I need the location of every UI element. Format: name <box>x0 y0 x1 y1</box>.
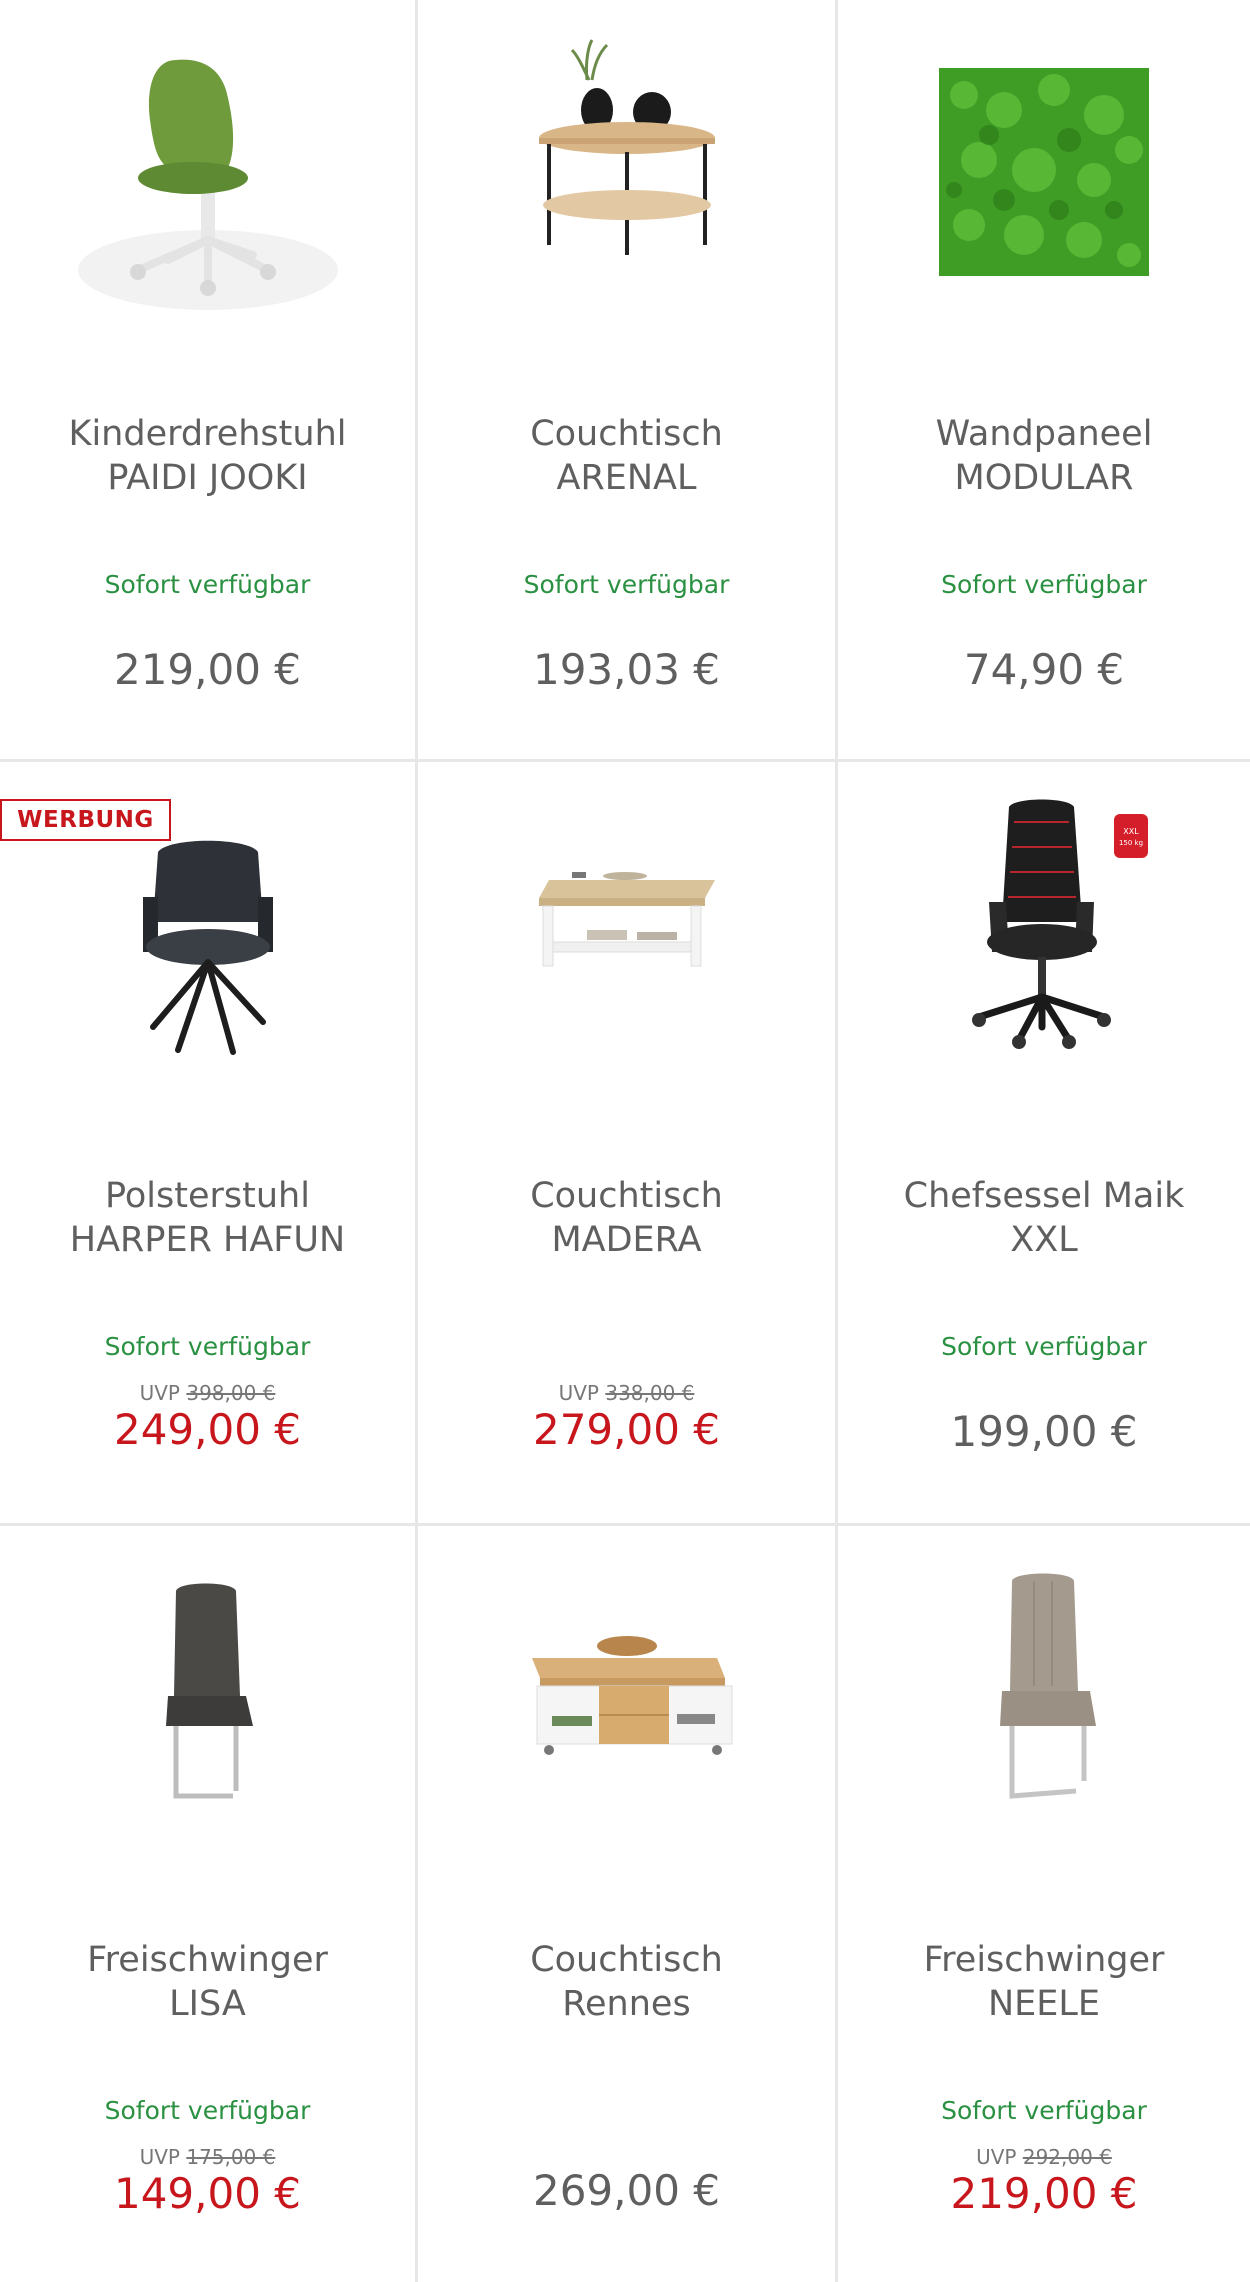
upholstered-chair-image <box>142 840 273 1055</box>
product-image[interactable] <box>0 802 415 1072</box>
sale-price: 279,00 € <box>532 1405 721 1454</box>
availability-text: Sofort verfügbar <box>941 570 1147 599</box>
price: 199,00 € <box>950 1407 1138 1456</box>
price: 193,03 € <box>532 645 721 694</box>
weight-tag-icon <box>1114 814 1148 858</box>
uvp-price: UVP 338,00 € <box>558 1381 695 1405</box>
product-title[interactable]: Freischwinger LISA <box>10 1938 405 2026</box>
svg-text:150 kg: 150 kg <box>1119 839 1143 847</box>
product-title[interactable]: Couchtisch ARENAL <box>428 412 825 500</box>
availability-text: Sofort verfügbar <box>941 1332 1147 1361</box>
product-card[interactable]: XXL 150 kg Chefsessel Maik XXL Sofort ve… <box>838 762 1250 1526</box>
office-chair-image: XXL 150 kg <box>972 799 1148 1049</box>
product-title[interactable]: Kinderdrehstuhl PAIDI JOOKI <box>10 412 405 500</box>
product-image[interactable] <box>418 1566 835 1836</box>
sale-price: 219,00 € <box>950 2169 1138 2218</box>
product-image[interactable] <box>418 802 835 1072</box>
product-title[interactable]: Freischwinger NEELE <box>848 1938 1240 2026</box>
product-card[interactable]: Freischwinger NEELE Sofort verfügbar UVP… <box>838 1526 1250 2282</box>
product-card[interactable]: Wandpaneel MODULAR Sofort verfügbar 74,9… <box>838 0 1250 762</box>
availability-text: Sofort verfügbar <box>104 1332 311 1361</box>
product-image[interactable] <box>0 1566 415 1836</box>
white-table-image <box>538 872 715 967</box>
price: 219,00 € <box>113 645 302 694</box>
product-image[interactable]: XXL 150 kg <box>838 799 1250 1072</box>
product-image[interactable] <box>0 40 415 310</box>
svg-text:XXL: XXL <box>1123 827 1139 836</box>
product-image[interactable] <box>418 39 835 310</box>
uvp-price: UVP 175,00 € <box>139 2145 276 2169</box>
product-card[interactable]: Kinderdrehstuhl PAIDI JOOKI Sofort verfü… <box>0 0 418 762</box>
sale-price: 249,00 € <box>113 1405 302 1454</box>
availability-text: Sofort verfügbar <box>104 570 311 599</box>
taupe-chair-image <box>1000 1573 1096 1799</box>
availability-text: Sofort verfügbar <box>941 2096 1147 2125</box>
product-card[interactable]: WERBUNG Polsterstuhl HARPER HAFUN Sofort… <box>0 762 418 1526</box>
uvp-price: UVP 398,00 € <box>139 1381 276 1405</box>
sale-price: 149,00 € <box>113 2169 302 2218</box>
price: 269,00 € <box>532 2166 721 2215</box>
rennes-table-image <box>531 1636 732 1755</box>
product-grid: Kinderdrehstuhl PAIDI JOOKI Sofort verfü… <box>0 0 1250 2282</box>
availability-text: Sofort verfügbar <box>523 570 730 599</box>
kids-chair-image <box>77 59 338 310</box>
product-card[interactable]: Couchtisch Rennes 269,00 € <box>418 1526 838 2282</box>
round-table-image <box>538 39 715 255</box>
product-image[interactable] <box>838 40 1250 310</box>
price: 74,90 € <box>963 645 1125 694</box>
product-card[interactable]: Couchtisch ARENAL Sofort verfügbar 193,0… <box>418 0 838 762</box>
product-title[interactable]: Wandpaneel MODULAR <box>848 412 1240 500</box>
product-image[interactable] <box>838 1566 1250 1836</box>
product-title[interactable]: Couchtisch Rennes <box>428 1938 825 2026</box>
moss-panel-image <box>939 68 1149 276</box>
availability-text: Sofort verfügbar <box>104 2096 311 2125</box>
product-card[interactable]: Couchtisch MADERA UVP 338,00 € 279,00 € <box>418 762 838 1526</box>
product-title[interactable]: Couchtisch MADERA <box>428 1174 825 1262</box>
uvp-price: UVP 292,00 € <box>976 2145 1112 2169</box>
product-title[interactable]: Polsterstuhl HARPER HAFUN <box>10 1174 405 1262</box>
product-title[interactable]: Chefsessel Maik XXL <box>848 1174 1240 1262</box>
product-card[interactable]: Freischwinger LISA Sofort verfügbar UVP … <box>0 1526 418 2282</box>
anthracite-chair-image <box>165 1583 253 1799</box>
